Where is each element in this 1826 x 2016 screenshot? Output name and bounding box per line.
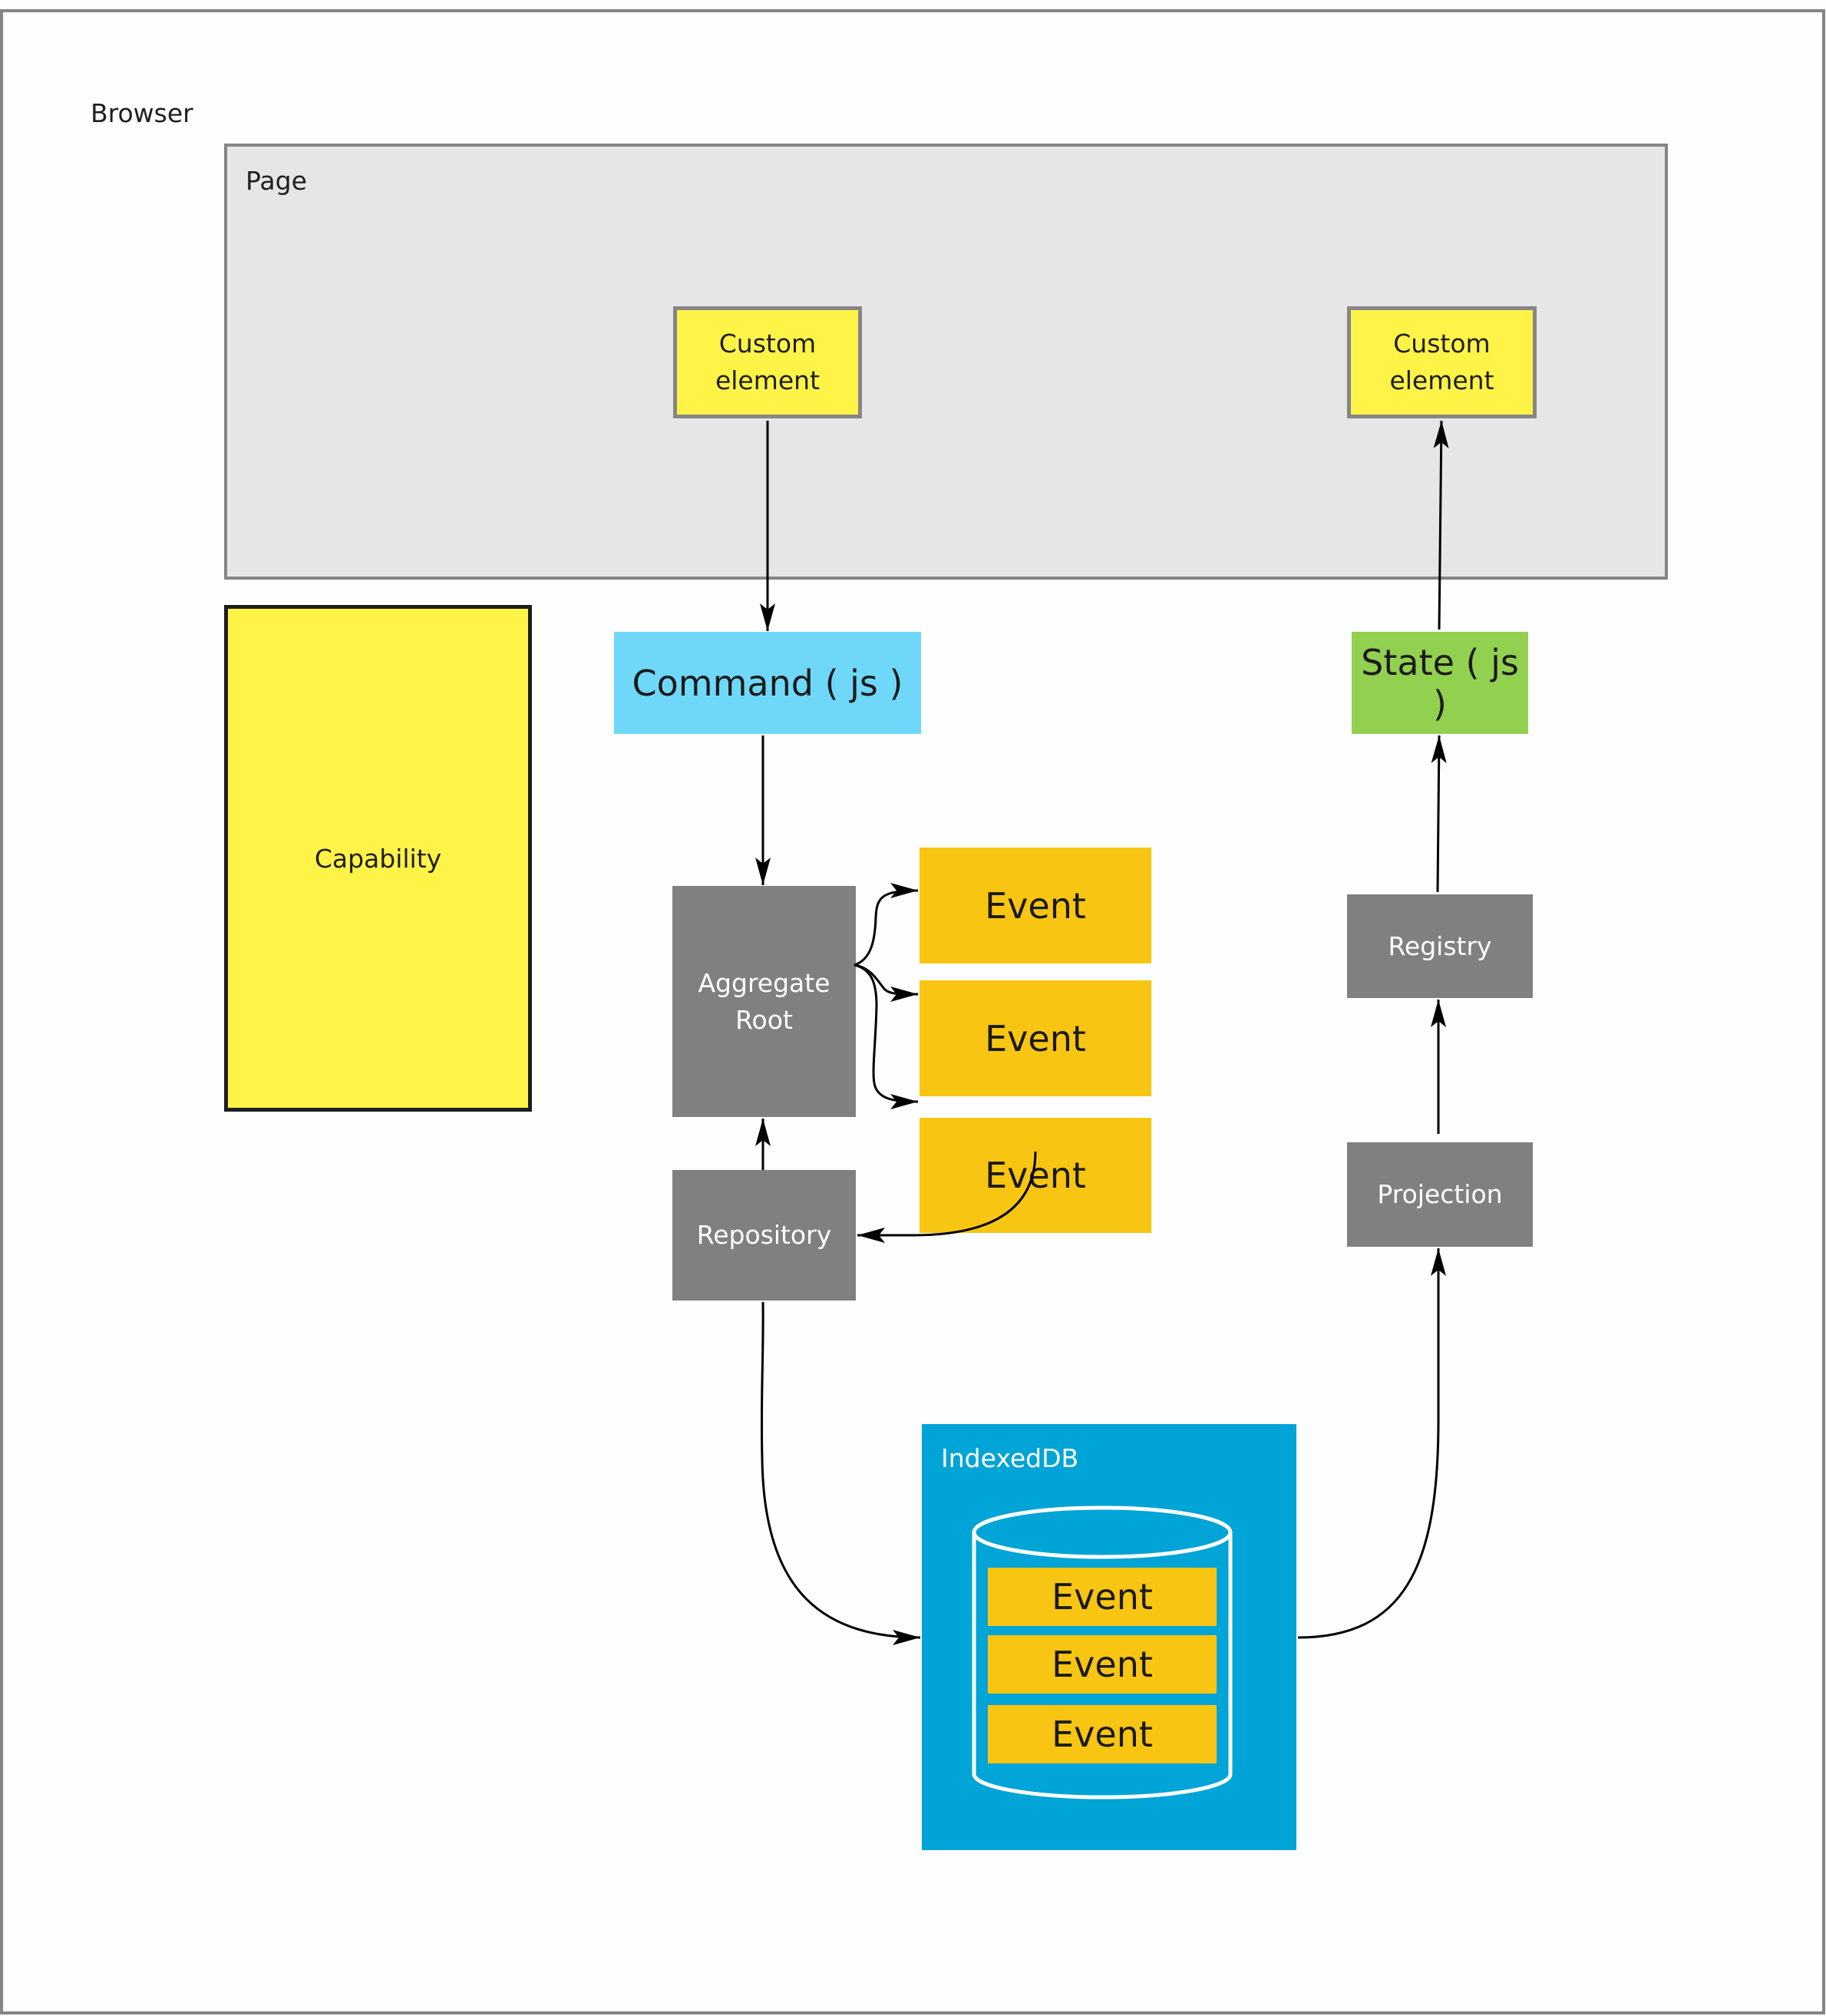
arrow-indexeddb-to-projection	[1297, 1248, 1446, 1639]
stored-event-label: Event	[1052, 1644, 1153, 1685]
stored-event-label: Event	[1052, 1576, 1153, 1618]
arrow-aggregate-root-to-event-1	[854, 883, 919, 967]
arrow-state-to-custom-element	[1433, 420, 1449, 630]
arrow-registry-to-state	[1431, 735, 1447, 893]
arrow-event-to-repository	[857, 1151, 1037, 1243]
diagram-connections	[755, 420, 1449, 1800]
stored-event-3[interactable]: Event	[988, 1705, 1217, 1763]
arrow-repository-to-indexeddb	[760, 1301, 921, 1645]
stored-event-1[interactable]: Event	[988, 1568, 1217, 1626]
stored-event-label: Event	[1052, 1714, 1153, 1755]
arrow-aggregate-root-to-event-3	[854, 963, 919, 1109]
stored-event-2[interactable]: Event	[988, 1635, 1217, 1694]
